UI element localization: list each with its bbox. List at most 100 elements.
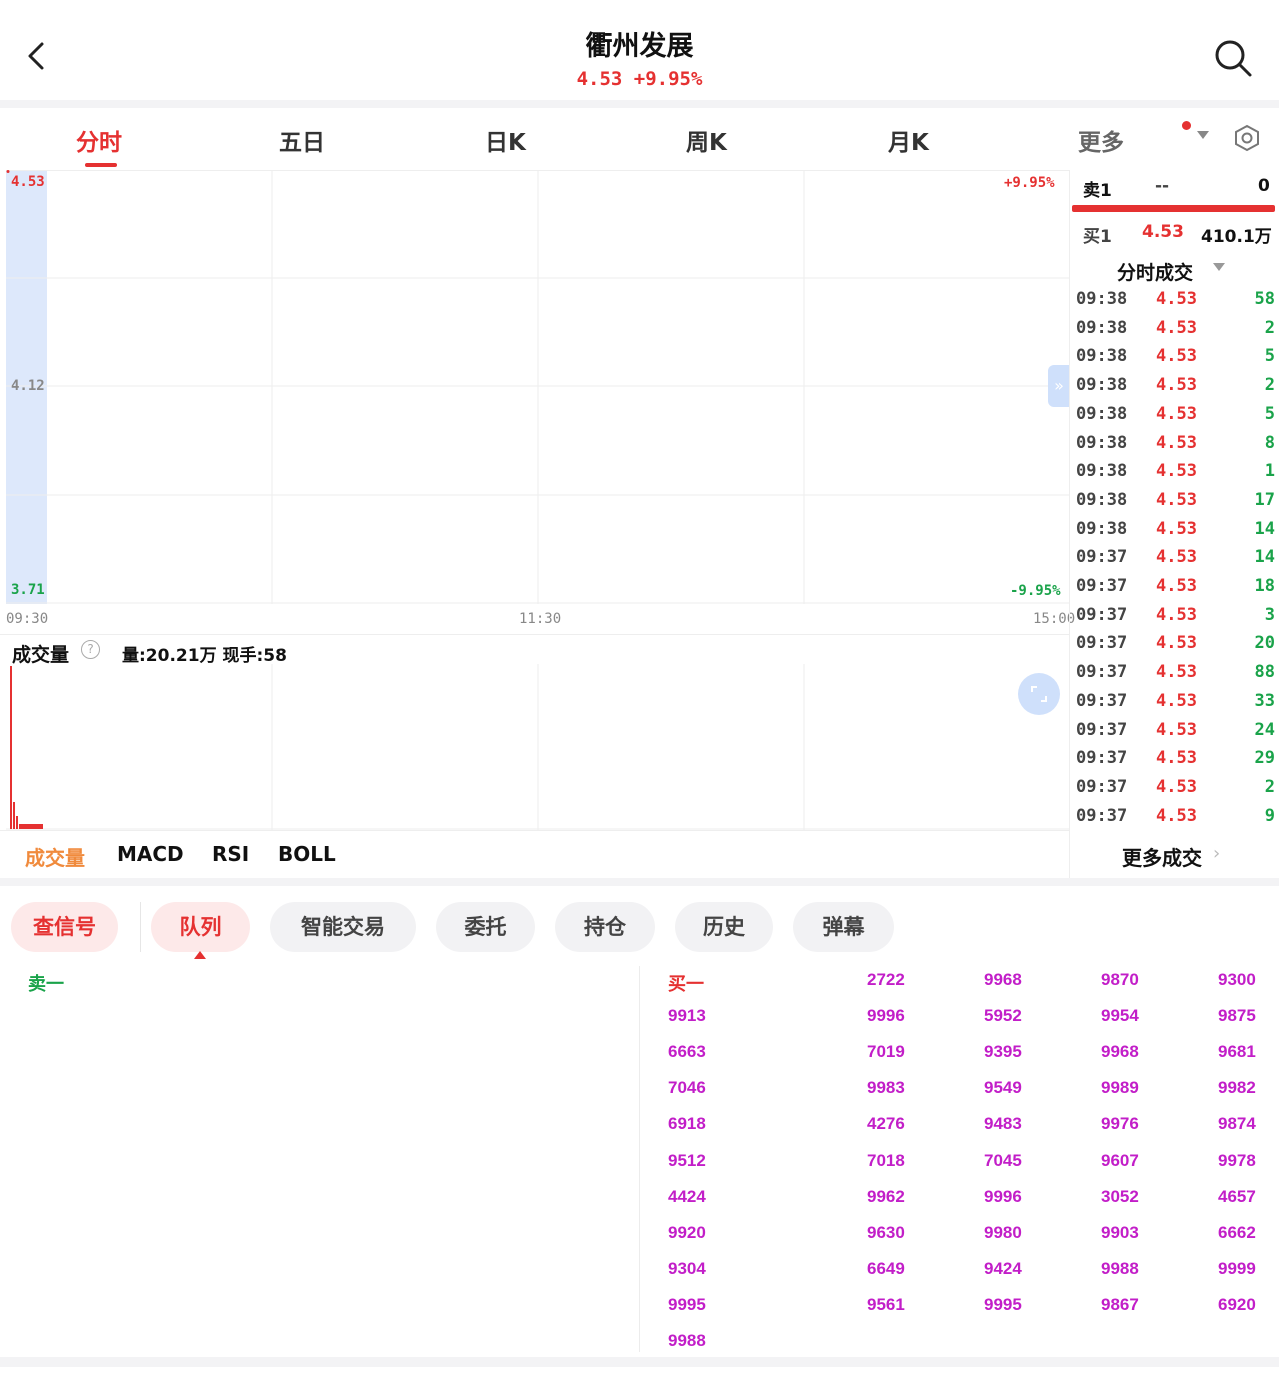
queue-order-size: 6663 — [668, 1042, 706, 1062]
fullscreen-icon[interactable] — [1018, 673, 1060, 715]
tick-row: 09:37 4.53 9 — [1074, 806, 1279, 835]
check-signal-button[interactable]: 查信号 — [11, 902, 118, 952]
chevron-right-icon[interactable]: › — [1213, 843, 1220, 864]
notification-dot — [1182, 121, 1191, 130]
tab-active-indicator — [85, 163, 117, 167]
queue-order-size: 7018 — [867, 1150, 905, 1170]
indicator-rsi[interactable]: RSI — [212, 842, 249, 866]
tick-price: 4.53 — [1156, 375, 1197, 396]
queue-divider — [639, 966, 640, 1352]
tick-time: 09:38 — [1076, 489, 1128, 510]
tick-price: 4.53 — [1156, 633, 1197, 654]
queue-order-size: 9980 — [984, 1222, 1022, 1242]
positions-tab[interactable]: 持仓 — [555, 902, 655, 952]
tick-row: 09:37 4.53 88 — [1074, 662, 1279, 691]
queue-order-size: 9968 — [984, 970, 1022, 989]
price-axis-bottom: 3.71 — [11, 582, 45, 598]
queue-order-size: 9424 — [984, 1258, 1022, 1278]
tick-volume: 29 — [1254, 748, 1275, 769]
tick-price: 4.53 — [1156, 346, 1197, 367]
tick-time: 09:38 — [1076, 403, 1128, 424]
tick-volume: 9 — [1264, 805, 1275, 826]
volume-bar — [10, 666, 12, 829]
tab-month-k[interactable]: 月K — [888, 123, 929, 157]
tick-volume: 14 — [1254, 547, 1275, 568]
tick-price: 4.53 — [1156, 719, 1197, 740]
queue-order-size: 9549 — [984, 1078, 1022, 1098]
tab-intraday[interactable]: 分时 — [76, 123, 122, 157]
indicator-volume[interactable]: 成交量 — [25, 842, 85, 871]
tick-row: 09:38 4.53 8 — [1074, 433, 1279, 462]
queue-order-size: 7045 — [984, 1150, 1022, 1170]
price-point — [6, 170, 10, 173]
queue-order-size: 7019 — [867, 1042, 905, 1062]
tick-price: 4.53 — [1156, 805, 1197, 826]
queue-order-size: 7046 — [668, 1078, 706, 1098]
divider — [0, 100, 1279, 108]
settings-gear-icon[interactable] — [1233, 124, 1261, 152]
buy1-volume: 410.1万 — [1201, 227, 1272, 247]
tick-price: 4.53 — [1156, 432, 1197, 453]
tick-price: 4.53 — [1156, 547, 1197, 568]
chevron-down-icon[interactable] — [1197, 131, 1209, 139]
tick-row: 09:37 4.53 29 — [1074, 748, 1279, 777]
help-icon[interactable]: ? — [81, 640, 100, 659]
queue-order-size: 9989 — [1101, 1078, 1139, 1098]
tick-volume: 88 — [1254, 662, 1275, 683]
tick-time: 09:37 — [1076, 547, 1128, 568]
indicator-boll[interactable]: BOLL — [278, 842, 336, 866]
tick-volume: 18 — [1254, 576, 1275, 596]
sell1-label: 卖1 — [1083, 181, 1112, 201]
search-icon[interactable] — [1213, 38, 1253, 78]
active-tab-caret — [194, 951, 206, 959]
price-axis-mid: 4.12 — [11, 378, 45, 394]
tick-volume: 8 — [1264, 432, 1275, 453]
queue-order-size: 9988 — [1101, 1258, 1139, 1278]
tick-row: 09:38 4.53 5 — [1074, 404, 1279, 433]
tick-time: 09:37 — [1076, 633, 1128, 654]
history-tab[interactable]: 历史 — [675, 902, 773, 952]
price-change: 4.53 +9.95% — [576, 68, 703, 90]
tick-row: 09:37 4.53 20 — [1074, 633, 1279, 662]
queue-order-size: 6920 — [1218, 1294, 1256, 1314]
queue-order-size: 9304 — [668, 1258, 706, 1278]
tick-time: 09:37 — [1076, 690, 1128, 711]
intraday-price-chart[interactable] — [6, 170, 1070, 604]
indicator-macd[interactable]: MACD — [117, 842, 184, 866]
tick-time: 09:37 — [1076, 805, 1128, 826]
queue-order-size: 9996 — [867, 1006, 905, 1026]
bullet-comments-tab[interactable]: 弹幕 — [793, 902, 894, 952]
chevron-down-icon[interactable] — [1213, 263, 1225, 271]
queue-order-size: 9913 — [668, 1006, 706, 1026]
queue-order-size: 9978 — [1218, 1150, 1256, 1170]
queue-order-size: 9995 — [668, 1294, 706, 1314]
sell1-volume: 0 — [1258, 176, 1270, 196]
price-axis-top: 4.53 — [11, 174, 45, 190]
queue-order-size: 4657 — [1218, 1186, 1256, 1206]
expand-panel-handle[interactable]: » — [1048, 365, 1070, 407]
queue-tab[interactable]: 队列 — [151, 902, 250, 952]
divider — [0, 878, 1279, 886]
buy1-price: 4.53 — [1142, 222, 1184, 242]
queue-order-size: 6649 — [867, 1258, 905, 1278]
more-trades-link[interactable]: 更多成交 — [1122, 842, 1202, 871]
volume-label: 成交量 — [12, 644, 70, 666]
tick-volume: 3 — [1264, 604, 1275, 625]
buy1-queue-label: 买一 — [668, 974, 704, 995]
tick-row: 09:38 4.53 2 — [1074, 318, 1279, 347]
tick-time: 09:37 — [1076, 748, 1128, 769]
tick-price: 4.53 — [1156, 489, 1197, 510]
orders-tab[interactable]: 委托 — [436, 902, 535, 952]
tick-price: 4.53 — [1156, 662, 1197, 683]
ticks-title[interactable]: 分时成交 — [1117, 258, 1193, 285]
tick-price: 4.53 — [1156, 317, 1197, 338]
smart-trade-tab[interactable]: 智能交易 — [270, 902, 416, 952]
tab-more[interactable]: 更多 — [1078, 123, 1124, 157]
tick-time: 09:37 — [1076, 662, 1128, 683]
tick-price: 4.53 — [1156, 776, 1197, 797]
tab-five-day[interactable]: 五日 — [279, 123, 325, 157]
sell-buy-ratio-bar — [1072, 205, 1275, 212]
tick-time: 09:38 — [1076, 317, 1128, 338]
tab-day-k[interactable]: 日K — [485, 123, 526, 157]
tab-week-k[interactable]: 周K — [686, 123, 727, 157]
